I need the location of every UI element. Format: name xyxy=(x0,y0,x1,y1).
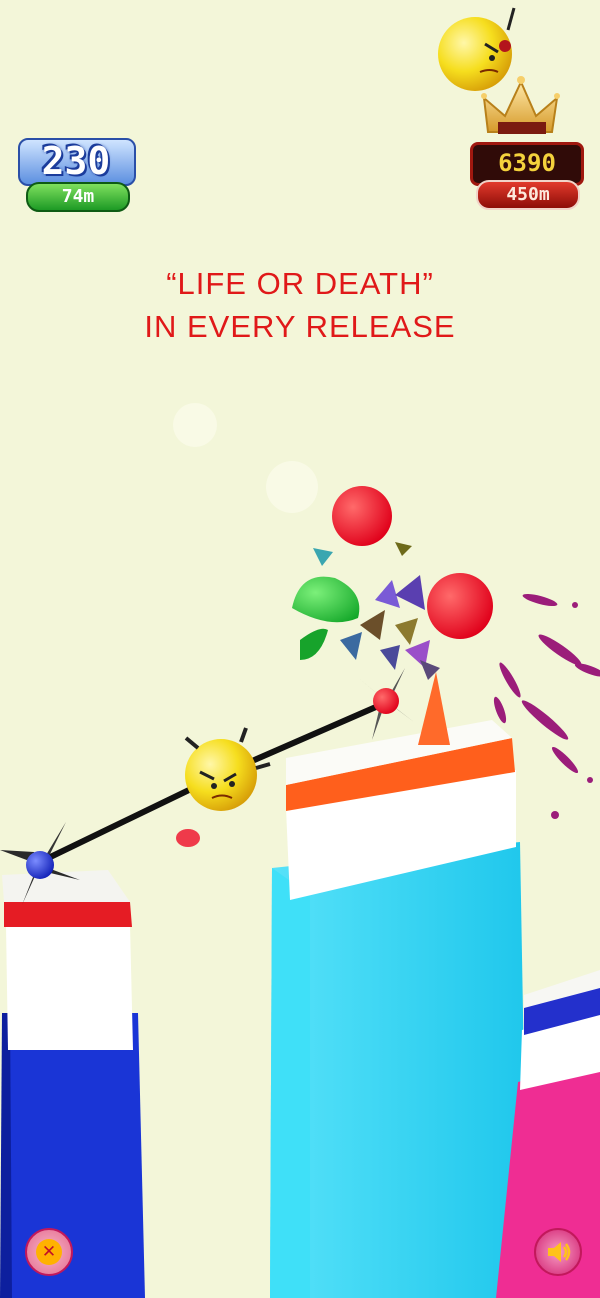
pillar-cyan xyxy=(270,720,528,1298)
current-score: 230 xyxy=(41,139,111,183)
yellow-ball-avatar xyxy=(438,7,516,91)
current-distance: 74m xyxy=(26,182,130,212)
best-distance: 450m xyxy=(476,180,580,210)
best-score-panel: 6390 450m xyxy=(468,138,584,212)
orange-cone xyxy=(418,672,450,745)
yellow-ball-player xyxy=(184,727,271,811)
headline-line-1: “LIFE OR DEATH” xyxy=(166,266,434,301)
exit-button[interactable]: ✕ xyxy=(25,1228,73,1276)
pillar-blue xyxy=(0,870,145,1298)
speaker-icon xyxy=(548,1242,571,1262)
shuriken-right xyxy=(356,668,414,740)
red-ball xyxy=(332,486,392,546)
current-score-panel: 230 74m xyxy=(18,138,136,212)
best-score: 6390 xyxy=(498,149,556,177)
glow-blob xyxy=(266,461,318,513)
sound-button[interactable] xyxy=(534,1228,582,1276)
red-drop xyxy=(176,829,200,847)
close-icon: ✕ xyxy=(36,1239,62,1265)
glow-blob xyxy=(173,403,217,447)
headline-line-2: IN EVERY RELEASE xyxy=(144,309,456,344)
red-ball xyxy=(427,573,493,639)
